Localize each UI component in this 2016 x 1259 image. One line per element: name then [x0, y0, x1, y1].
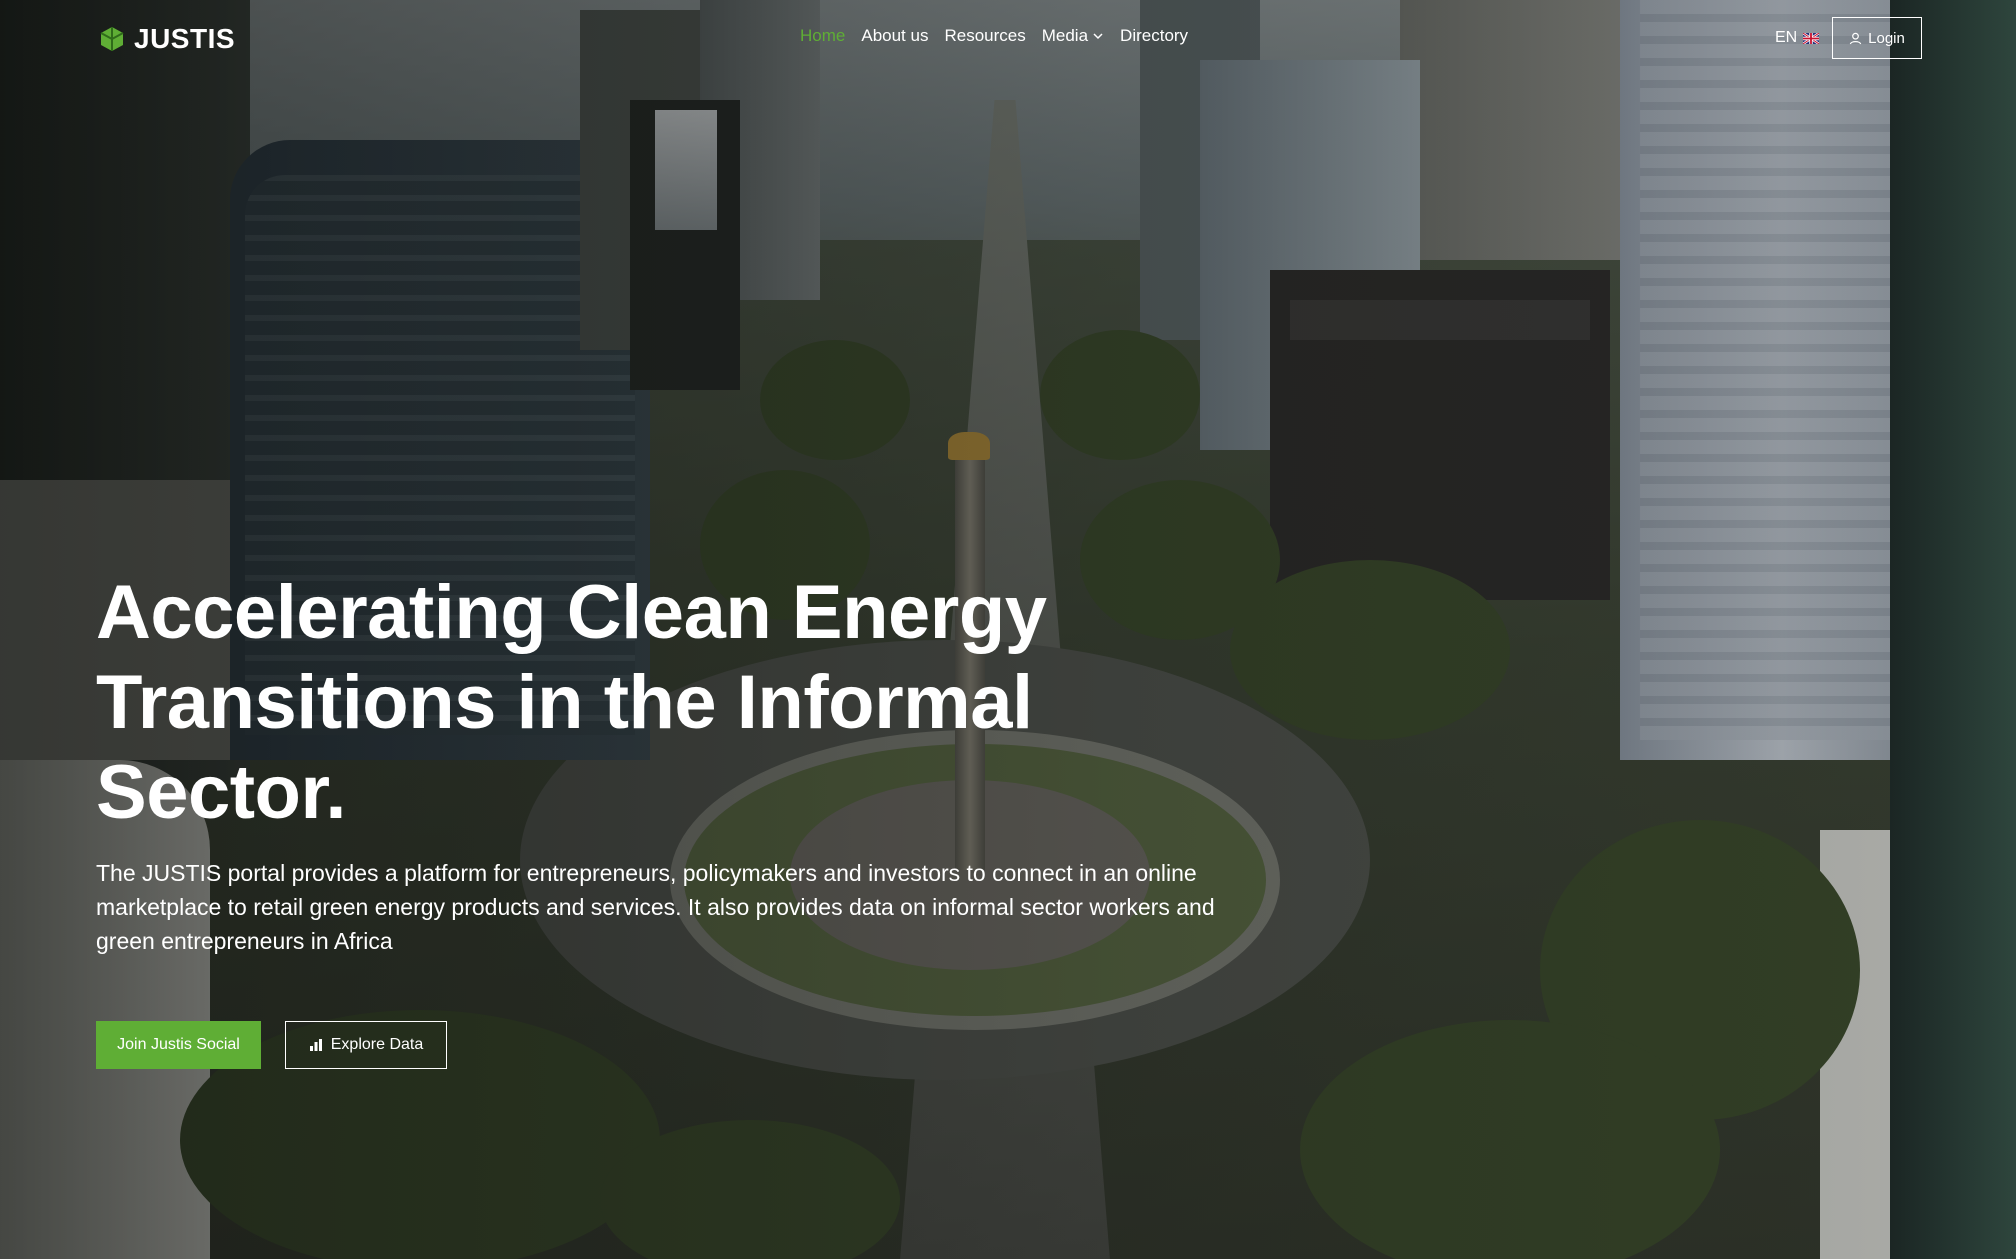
- chevron-down-icon: [1093, 33, 1103, 40]
- nav-item-media-label: Media: [1041, 26, 1089, 45]
- main-nav: Home About us Resources Media Directory: [800, 26, 1188, 46]
- explore-data-button[interactable]: Explore Data: [285, 1021, 447, 1069]
- login-button[interactable]: Login: [1832, 17, 1922, 59]
- uk-flag-icon: [1803, 32, 1820, 44]
- brand-name: JUSTIS: [134, 23, 236, 54]
- bar-chart-icon: [309, 1039, 322, 1051]
- hero-description: The JUSTIS portal provides a platform fo…: [96, 860, 1215, 954]
- language-code: EN: [1775, 29, 1798, 46]
- leaf-logo-icon: [100, 27, 124, 51]
- explore-data-label: Explore Data: [330, 1036, 424, 1053]
- join-justis-social-label: Join Justis Social: [117, 1036, 240, 1053]
- nav-item-directory[interactable]: Directory: [1120, 26, 1188, 46]
- user-icon: [1849, 32, 1862, 44]
- nav-item-home[interactable]: Home: [800, 26, 845, 46]
- nav-item-media[interactable]: Media: [1042, 26, 1104, 46]
- hero-title: Accelerating Clean Energy Transitions in…: [96, 570, 1047, 835]
- justis-logo[interactable]: JUSTIS: [96, 21, 235, 57]
- join-justis-social-button[interactable]: Join Justis Social: [96, 1021, 261, 1069]
- login-label: Login: [1868, 29, 1905, 47]
- nav-item-about-us[interactable]: About us: [861, 26, 928, 46]
- language-selector[interactable]: EN: [1775, 29, 1820, 47]
- nav-item-resources[interactable]: Resources: [944, 26, 1025, 46]
